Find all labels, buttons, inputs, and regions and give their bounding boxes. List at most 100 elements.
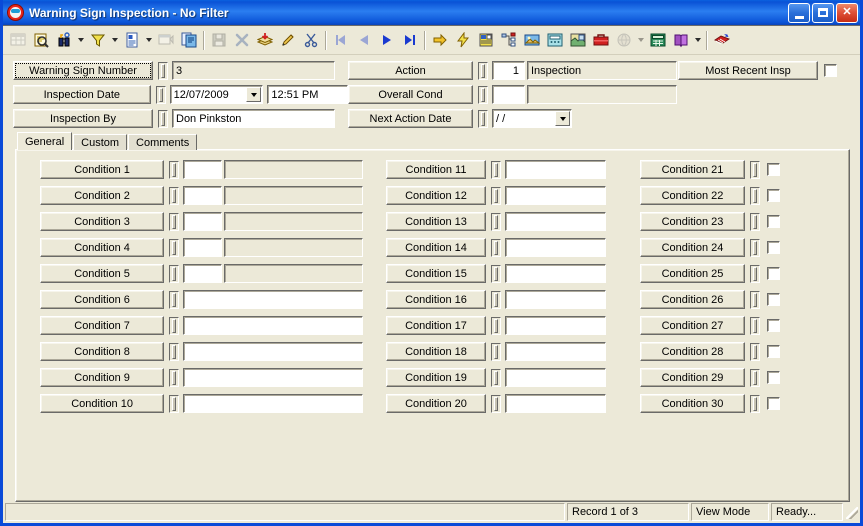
condition-28-lookup-handle[interactable] xyxy=(750,343,760,361)
map-picture-icon[interactable] xyxy=(566,29,589,52)
action-lookup-handle[interactable] xyxy=(478,62,488,80)
inspection-date-button[interactable]: Inspection Date xyxy=(13,85,151,104)
most-recent-insp-button[interactable]: Most Recent Insp xyxy=(678,61,818,80)
tree-structure-icon[interactable] xyxy=(497,29,520,52)
condition-11-button[interactable]: Condition 11 xyxy=(386,160,486,179)
condition-15-description[interactable] xyxy=(505,264,606,283)
find-binoculars-icon[interactable] xyxy=(52,29,75,52)
condition-24-checkbox[interactable] xyxy=(767,241,780,254)
condition-30-checkbox[interactable] xyxy=(767,397,780,410)
last-record-icon[interactable] xyxy=(398,29,421,52)
condition-14-description[interactable] xyxy=(505,238,606,257)
condition-3-code-input[interactable] xyxy=(183,212,222,231)
report-document-icon[interactable] xyxy=(120,29,143,52)
next-action-date-input[interactable]: / / xyxy=(492,109,572,128)
condition-6-description[interactable] xyxy=(183,290,363,309)
warning-sign-number-button[interactable]: Warning Sign Number xyxy=(13,61,153,80)
most-recent-insp-checkbox[interactable] xyxy=(824,64,837,77)
condition-26-button[interactable]: Condition 26 xyxy=(640,290,745,309)
condition-28-checkbox[interactable] xyxy=(767,345,780,358)
condition-30-lookup-handle[interactable] xyxy=(750,395,760,413)
condition-19-description[interactable] xyxy=(505,368,606,387)
condition-14-lookup-handle[interactable] xyxy=(491,239,501,257)
tab-custom[interactable]: Custom xyxy=(73,134,127,150)
condition-15-button[interactable]: Condition 15 xyxy=(386,264,486,283)
condition-1-button[interactable]: Condition 1 xyxy=(40,160,164,179)
condition-2-code-input[interactable] xyxy=(183,186,222,205)
condition-17-lookup-handle[interactable] xyxy=(491,317,501,335)
condition-2-lookup-handle[interactable] xyxy=(169,187,179,205)
condition-28-button[interactable]: Condition 28 xyxy=(640,342,745,361)
condition-5-lookup-handle[interactable] xyxy=(169,265,179,283)
goto-arrow-icon[interactable] xyxy=(428,29,451,52)
condition-29-checkbox[interactable] xyxy=(767,371,780,384)
filter-funnel-dropdown-arrow-icon[interactable] xyxy=(109,29,120,52)
condition-1-lookup-handle[interactable] xyxy=(169,161,179,179)
calculator-icon[interactable] xyxy=(646,29,669,52)
condition-27-button[interactable]: Condition 27 xyxy=(640,316,745,335)
condition-6-lookup-handle[interactable] xyxy=(169,291,179,309)
condition-18-description[interactable] xyxy=(505,342,606,361)
condition-25-checkbox[interactable] xyxy=(767,267,780,280)
condition-5-code-input[interactable] xyxy=(183,264,222,283)
inspection-date-lookup-handle[interactable] xyxy=(156,86,166,104)
form-layout-icon[interactable] xyxy=(474,29,497,52)
report-document-dropdown-arrow-icon[interactable] xyxy=(143,29,154,52)
close-button[interactable]: ✕ xyxy=(836,3,858,23)
condition-10-lookup-handle[interactable] xyxy=(169,395,179,413)
toolbox-icon[interactable] xyxy=(589,29,612,52)
help-book-icon[interactable] xyxy=(669,29,692,52)
inspection-by-button[interactable]: Inspection By xyxy=(13,109,153,128)
condition-7-lookup-handle[interactable] xyxy=(169,317,179,335)
condition-24-button[interactable]: Condition 24 xyxy=(640,238,745,257)
fax-phone-icon[interactable] xyxy=(543,29,566,52)
inspection-date-input-chevron-down-icon[interactable] xyxy=(246,87,261,102)
condition-20-description[interactable] xyxy=(505,394,606,413)
condition-21-button[interactable]: Condition 21 xyxy=(640,160,745,179)
condition-16-lookup-handle[interactable] xyxy=(491,291,501,309)
condition-29-button[interactable]: Condition 29 xyxy=(640,368,745,387)
condition-4-button[interactable]: Condition 4 xyxy=(40,238,164,257)
condition-22-lookup-handle[interactable] xyxy=(750,187,760,205)
overall-cond-lookup-handle[interactable] xyxy=(478,86,488,104)
condition-18-lookup-handle[interactable] xyxy=(491,343,501,361)
condition-23-checkbox[interactable] xyxy=(767,215,780,228)
resize-grip[interactable] xyxy=(845,503,860,521)
condition-4-code-input[interactable] xyxy=(183,238,222,257)
condition-21-lookup-handle[interactable] xyxy=(750,161,760,179)
condition-27-checkbox[interactable] xyxy=(767,319,780,332)
condition-25-lookup-handle[interactable] xyxy=(750,265,760,283)
condition-22-button[interactable]: Condition 22 xyxy=(640,186,745,205)
condition-25-button[interactable]: Condition 25 xyxy=(640,264,745,283)
condition-16-description[interactable] xyxy=(505,290,606,309)
condition-3-lookup-handle[interactable] xyxy=(169,213,179,231)
condition-10-button[interactable]: Condition 10 xyxy=(40,394,164,413)
condition-12-button[interactable]: Condition 12 xyxy=(386,186,486,205)
print-preview-icon[interactable] xyxy=(29,29,52,52)
condition-24-lookup-handle[interactable] xyxy=(750,239,760,257)
condition-11-description[interactable] xyxy=(505,160,606,179)
help-book-dropdown-arrow-icon[interactable] xyxy=(692,29,703,52)
condition-6-button[interactable]: Condition 6 xyxy=(40,290,164,309)
condition-9-button[interactable]: Condition 9 xyxy=(40,368,164,387)
condition-26-checkbox[interactable] xyxy=(767,293,780,306)
condition-3-button[interactable]: Condition 3 xyxy=(40,212,164,231)
condition-13-button[interactable]: Condition 13 xyxy=(386,212,486,231)
condition-23-lookup-handle[interactable] xyxy=(750,213,760,231)
next-action-date-lookup-handle[interactable] xyxy=(478,110,488,128)
filter-funnel-icon[interactable] xyxy=(86,29,109,52)
condition-8-description[interactable] xyxy=(183,342,363,361)
condition-8-button[interactable]: Condition 8 xyxy=(40,342,164,361)
condition-19-button[interactable]: Condition 19 xyxy=(386,368,486,387)
inspection-date-time-input[interactable]: 12:51 PM xyxy=(267,85,348,104)
condition-20-button[interactable]: Condition 20 xyxy=(386,394,486,413)
condition-2-button[interactable]: Condition 2 xyxy=(40,186,164,205)
condition-10-description[interactable] xyxy=(183,394,363,413)
condition-14-button[interactable]: Condition 14 xyxy=(386,238,486,257)
copy-pages-icon[interactable] xyxy=(177,29,200,52)
maximize-button[interactable] xyxy=(812,3,834,23)
inspection-by-lookup-handle[interactable] xyxy=(158,110,168,128)
inspection-by-input[interactable]: Don Pinkston xyxy=(172,109,335,128)
warning-sign-number-lookup-handle[interactable] xyxy=(158,62,168,80)
condition-5-button[interactable]: Condition 5 xyxy=(40,264,164,283)
